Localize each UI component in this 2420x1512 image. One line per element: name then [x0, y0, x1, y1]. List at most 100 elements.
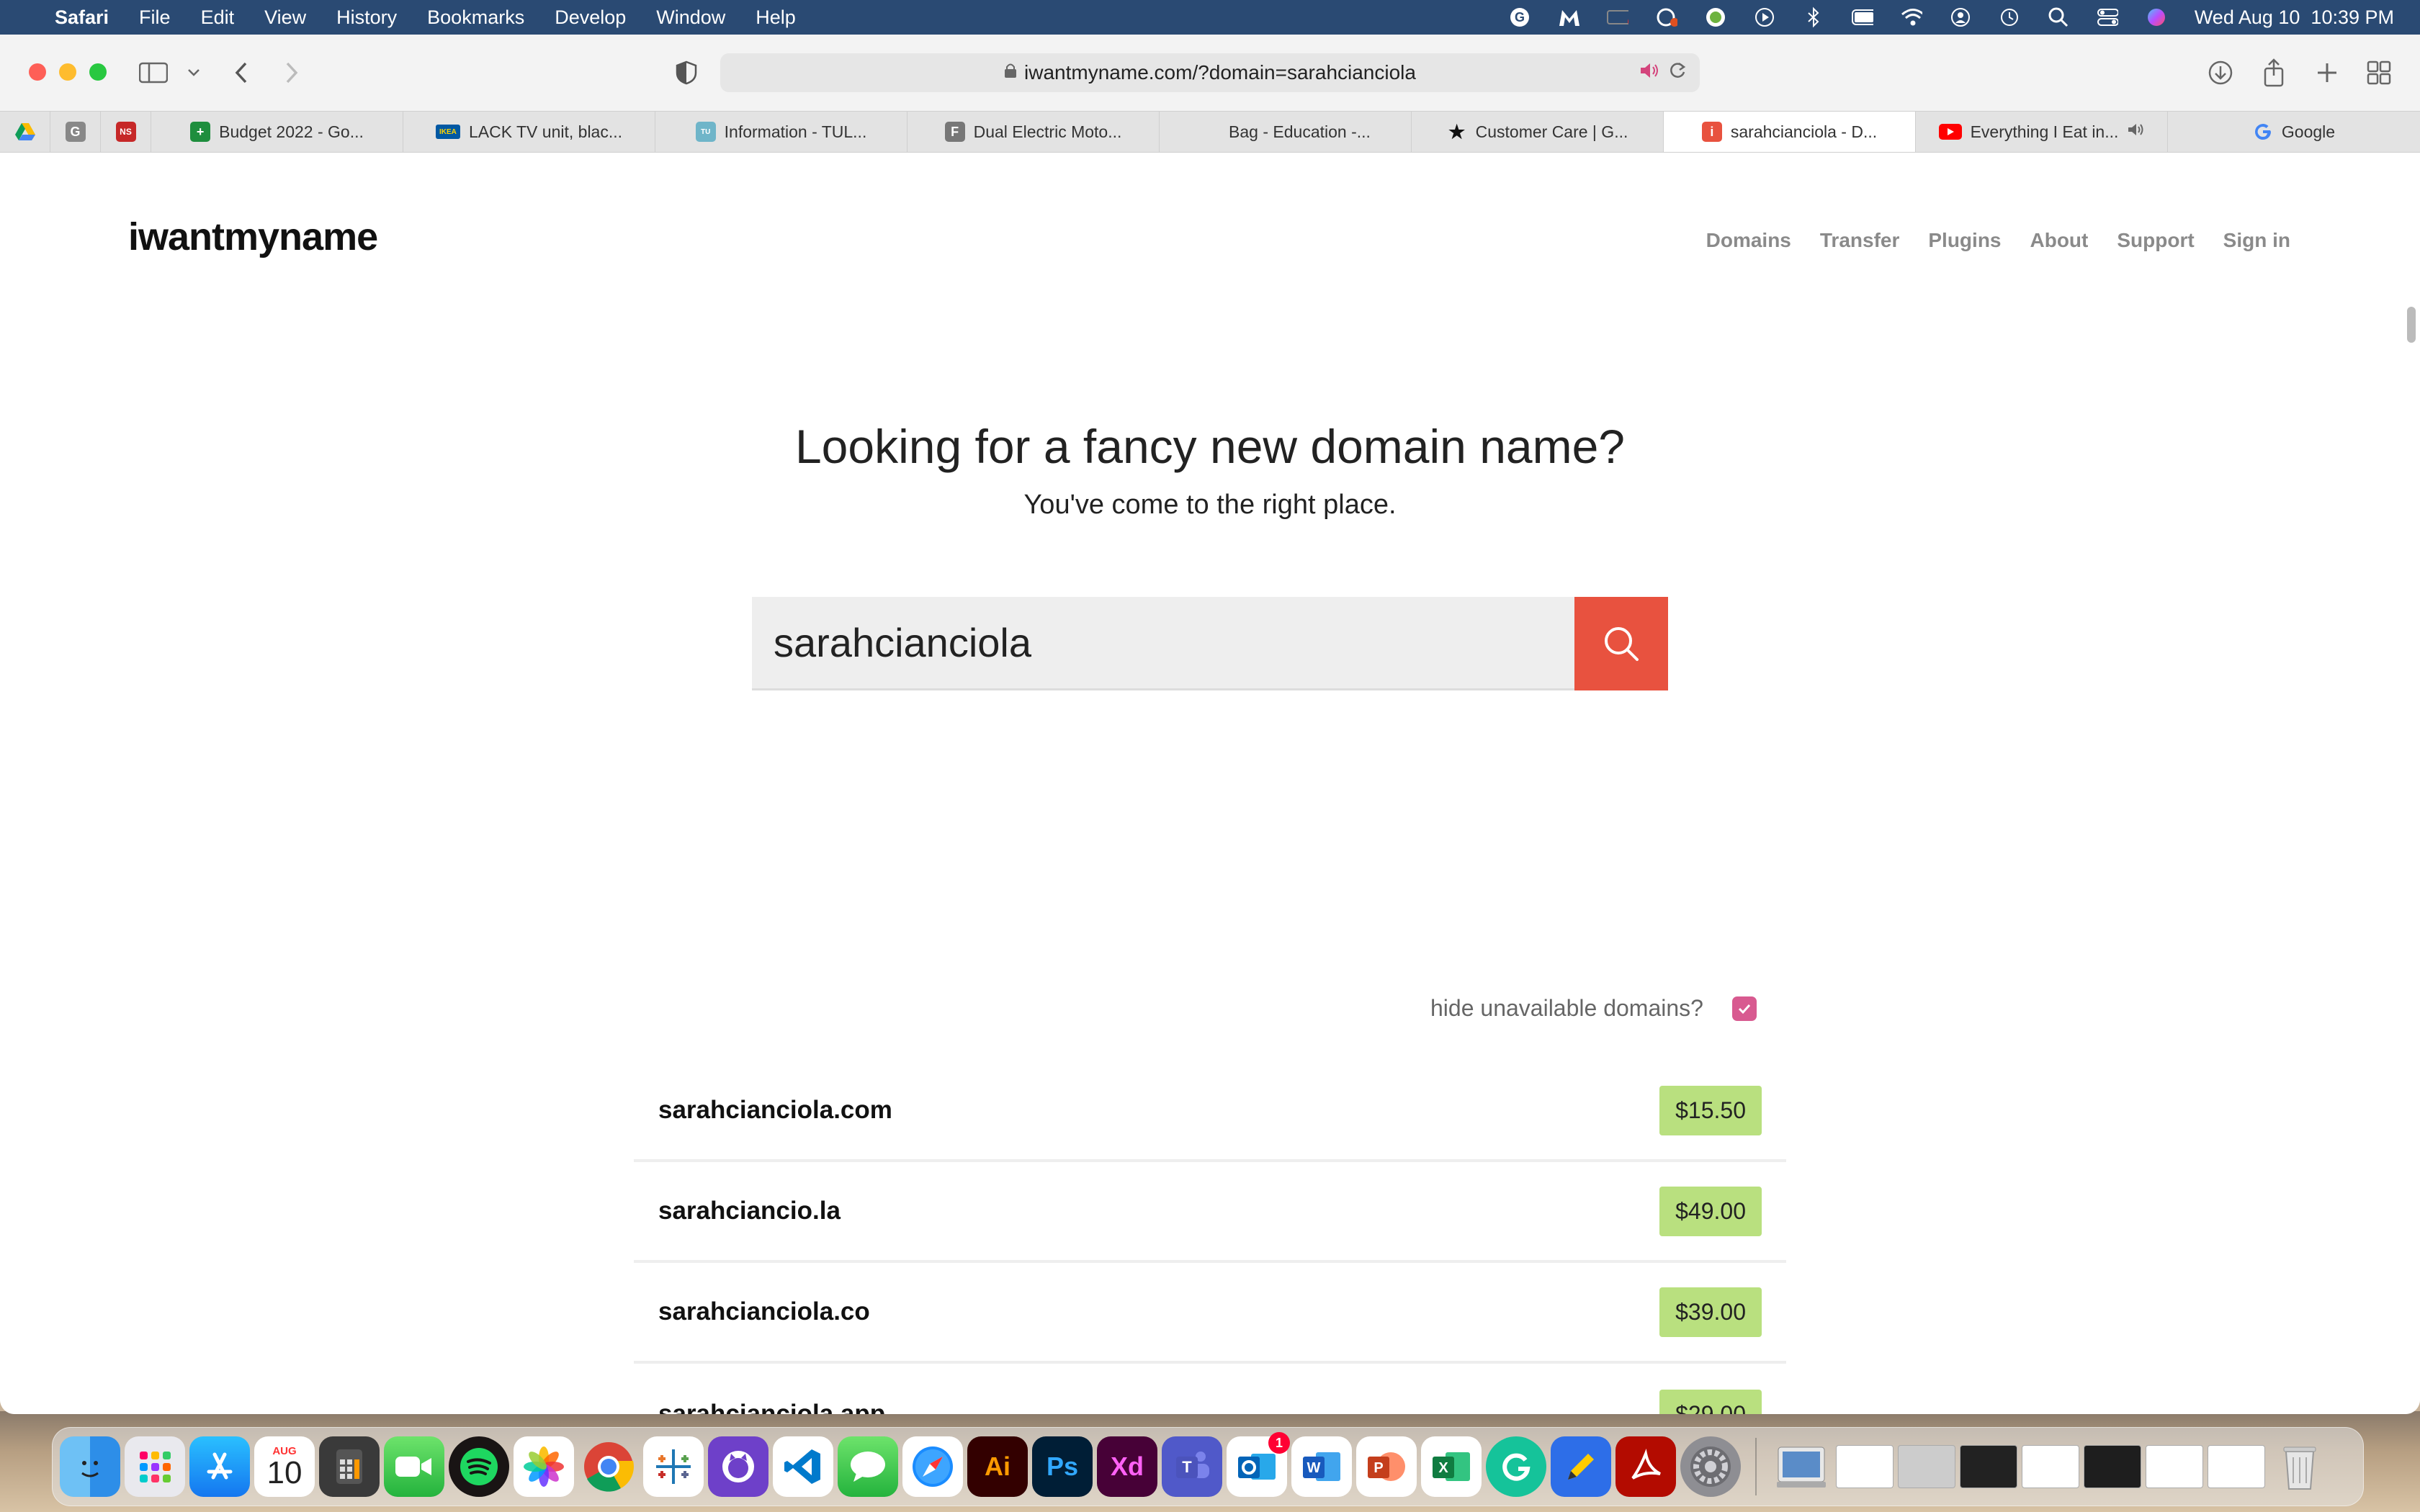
forward-arrow-icon[interactable]	[275, 56, 308, 89]
menubar-clock[interactable]: Wed Aug 10 10:39 PM	[2195, 6, 2394, 29]
tab-apple-education[interactable]: Bag - Education -...	[1160, 112, 1412, 152]
spotify-icon[interactable]	[449, 1436, 509, 1497]
bluetooth-icon[interactable]	[1803, 6, 1824, 28]
tab-budget[interactable]: + Budget 2022 - Go...	[151, 112, 403, 152]
audio-playing-icon[interactable]	[1639, 62, 1659, 84]
price-badge[interactable]: $49.00	[1659, 1186, 1762, 1236]
photos-icon[interactable]	[514, 1436, 574, 1497]
facetime-icon[interactable]	[384, 1436, 444, 1497]
excel-icon[interactable]: X	[1421, 1436, 1482, 1497]
preview-icon[interactable]	[1771, 1436, 1832, 1497]
play-status-icon[interactable]	[1754, 6, 1775, 28]
menu-file[interactable]: File	[139, 6, 171, 29]
trash-icon[interactable]	[2269, 1436, 2330, 1497]
nav-sign-in[interactable]: Sign in	[2223, 229, 2290, 252]
privacy-shield-icon[interactable]	[670, 56, 703, 89]
calculator-icon[interactable]	[319, 1436, 380, 1497]
menu-help[interactable]: Help	[756, 6, 796, 29]
tab-ikea[interactable]: IKEA LACK TV unit, blac...	[403, 112, 655, 152]
site-logo[interactable]: iwantmyname	[128, 215, 378, 259]
minimized-window-thumb[interactable]	[2022, 1445, 2079, 1488]
pinned-tab-news[interactable]: NS	[101, 112, 151, 152]
spotlight-search-icon[interactable]	[2048, 6, 2069, 28]
control-center-icon[interactable]	[2097, 6, 2118, 28]
minimized-window-thumb[interactable]	[2146, 1445, 2203, 1488]
launchpad-icon[interactable]	[125, 1436, 185, 1497]
downloads-icon[interactable]	[2204, 56, 2237, 89]
menu-develop[interactable]: Develop	[555, 6, 626, 29]
domain-result-row[interactable]: sarahcianciola.app $29.00	[634, 1364, 1786, 1414]
share-icon[interactable]	[2257, 56, 2290, 89]
menu-view[interactable]: View	[264, 6, 306, 29]
system-preferences-icon[interactable]	[1680, 1436, 1741, 1497]
menu-history[interactable]: History	[336, 6, 397, 29]
nav-plugins[interactable]: Plugins	[1928, 229, 2001, 252]
finder-icon[interactable]	[60, 1436, 120, 1497]
tab-google[interactable]: Google	[2168, 112, 2420, 152]
domain-result-row[interactable]: sarahciancio.la $49.00	[634, 1162, 1786, 1263]
hide-unavailable-checkbox[interactable]	[1731, 996, 1757, 1021]
malwarebytes-status-icon[interactable]	[1558, 6, 1579, 28]
domain-result-row[interactable]: sarahcianciola.co $39.00	[634, 1263, 1786, 1364]
tab-dual-motor[interactable]: F Dual Electric Moto...	[908, 112, 1160, 152]
acrobat-icon[interactable]	[1615, 1436, 1676, 1497]
tab-customer-care[interactable]: ★ Customer Care | G...	[1412, 112, 1664, 152]
nav-domains[interactable]: Domains	[1706, 229, 1791, 252]
menu-edit[interactable]: Edit	[201, 6, 235, 29]
minimized-window-thumb[interactable]	[2208, 1445, 2265, 1488]
outlook-icon[interactable]: 1	[1227, 1432, 1290, 1497]
menu-window[interactable]: Window	[656, 6, 725, 29]
minimize-window-button[interactable]	[59, 63, 76, 81]
battery-icon[interactable]	[1851, 6, 1873, 28]
new-tab-plus-icon[interactable]	[2311, 56, 2344, 89]
nav-about[interactable]: About	[2030, 229, 2089, 252]
siri-icon[interactable]	[2146, 6, 2167, 28]
close-window-button[interactable]	[29, 63, 46, 81]
powerpoint-icon[interactable]: P	[1356, 1436, 1417, 1497]
calendar-icon[interactable]: AUG 10	[254, 1436, 315, 1497]
minimized-window-thumb[interactable]	[1960, 1445, 2017, 1488]
zoom-window-button[interactable]	[89, 63, 107, 81]
tab-tulane[interactable]: TU Information - TUL...	[655, 112, 908, 152]
minimized-window-thumb[interactable]	[1898, 1445, 1955, 1488]
github-desktop-icon[interactable]	[708, 1436, 768, 1497]
domain-result-row[interactable]: sarahcianciola.com $15.50	[634, 1061, 1786, 1162]
pencil-app-icon[interactable]	[1551, 1436, 1611, 1497]
photoshop-icon[interactable]: Ps	[1032, 1436, 1093, 1497]
page-scrollbar[interactable]	[2407, 307, 2416, 343]
price-badge[interactable]: $15.50	[1659, 1085, 1762, 1135]
screen-record-icon[interactable]	[1606, 6, 1628, 28]
time-machine-icon[interactable]	[1999, 6, 2020, 28]
grammarly-icon[interactable]	[1486, 1436, 1546, 1497]
tab-overview-icon[interactable]	[2362, 56, 2396, 89]
app-store-icon[interactable]	[189, 1436, 250, 1497]
price-badge[interactable]: $39.00	[1659, 1287, 1762, 1337]
menu-bookmarks[interactable]: Bookmarks	[427, 6, 524, 29]
nav-transfer[interactable]: Transfer	[1820, 229, 1900, 252]
nav-support[interactable]: Support	[2117, 229, 2194, 252]
back-arrow-icon[interactable]	[225, 56, 258, 89]
illustrator-icon[interactable]: Ai	[967, 1436, 1028, 1497]
pinned-tab-g[interactable]: G	[50, 112, 101, 152]
sidebar-toggle-icon[interactable]	[137, 56, 170, 89]
safari-icon[interactable]	[902, 1436, 963, 1497]
tab-youtube[interactable]: Everything I Eat in...	[1916, 112, 2168, 152]
menu-app-name[interactable]: Safari	[55, 6, 109, 29]
istat-status-icon[interactable]	[1705, 6, 1726, 28]
address-bar[interactable]: iwantmyname.com/?domain=sarahcianciola	[720, 53, 1700, 92]
minimized-window-thumb[interactable]	[1836, 1445, 1894, 1488]
tableau-icon[interactable]	[643, 1436, 704, 1497]
chrome-icon[interactable]	[578, 1436, 639, 1497]
tab-iwantmyname[interactable]: i sarahcianciola - D...	[1664, 112, 1916, 152]
vscode-icon[interactable]	[773, 1436, 833, 1497]
price-badge[interactable]: $29.00	[1659, 1389, 1762, 1414]
messages-icon[interactable]	[838, 1436, 898, 1497]
search-button[interactable]	[1574, 597, 1668, 690]
word-icon[interactable]: W	[1291, 1436, 1352, 1497]
adobe-xd-icon[interactable]: Xd	[1097, 1436, 1157, 1497]
creative-cloud-status-icon[interactable]	[1656, 6, 1677, 28]
sidebar-chevron-down-icon[interactable]	[177, 56, 210, 89]
tab-audio-icon[interactable]	[2127, 122, 2144, 141]
pinned-tab-drive[interactable]	[0, 112, 50, 152]
grammarly-status-icon[interactable]: G	[1509, 6, 1531, 28]
